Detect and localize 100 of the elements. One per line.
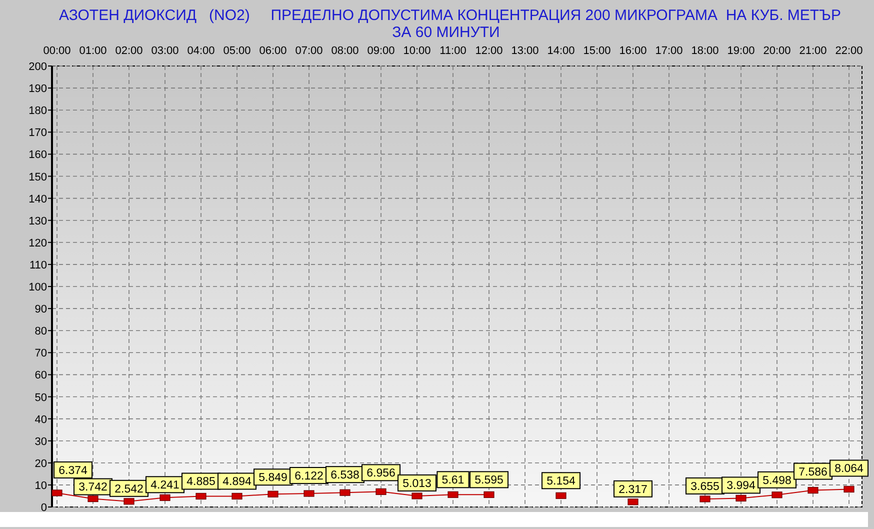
data-label: 7.586 <box>798 466 828 478</box>
y-tick-label: 180 <box>28 105 47 118</box>
data-label: 5.595 <box>470 471 508 488</box>
data-label: 6.122 <box>290 467 328 484</box>
x-tick-label: 11:00 <box>440 45 466 57</box>
data-point <box>448 491 458 498</box>
y-tick-label: 50 <box>34 392 47 404</box>
x-tick-label: 17:00 <box>655 45 683 57</box>
data-point <box>268 490 278 498</box>
data-point <box>304 490 314 497</box>
x-tick-label: 08:00 <box>331 45 359 57</box>
data-label: 6.538 <box>326 466 364 484</box>
data-point <box>52 490 62 496</box>
x-tick-label: 03:00 <box>151 45 179 57</box>
data-label: 5.61 <box>436 471 470 488</box>
x-tick-label: 07:00 <box>295 45 323 57</box>
y-tick-label: 100 <box>28 282 47 294</box>
y-tick-label: 140 <box>28 193 47 206</box>
y-tick-label: 120 <box>28 237 47 250</box>
x-tick-label: 14:00 <box>547 45 575 57</box>
data-label: 6.956 <box>362 464 400 482</box>
x-tick-label: 09:00 <box>367 45 395 57</box>
data-label: 4.885 <box>186 476 216 488</box>
y-tick-label: 90 <box>34 304 47 316</box>
y-tick-label: 160 <box>28 149 47 162</box>
data-label: 5.498 <box>758 471 796 488</box>
y-tick-label: 110 <box>29 259 47 272</box>
data-point <box>124 498 134 505</box>
y-tick-label: 40 <box>34 414 47 426</box>
x-tick-label: 18:00 <box>691 45 719 57</box>
data-label: 5.849 <box>258 472 288 484</box>
y-tick-label: 70 <box>34 348 47 360</box>
x-tick-label: 22:00 <box>835 45 863 57</box>
data-label: 3.994 <box>726 480 756 492</box>
data-point <box>556 492 566 499</box>
data-point <box>232 492 242 500</box>
y-tick-label: 170 <box>28 127 47 140</box>
y-tick-label: 80 <box>34 326 47 338</box>
data-label: 4.894 <box>222 476 252 488</box>
data-label: 2.317 <box>618 484 648 496</box>
data-point <box>160 494 170 501</box>
data-label: 8.064 <box>834 463 864 476</box>
chart-title: ЗА 60 МИНУТИ <box>392 24 500 41</box>
x-tick-label: 12:00 <box>475 45 503 57</box>
data-label: 3.994 <box>722 476 760 494</box>
x-tick-label: 16:00 <box>619 45 647 57</box>
x-tick-label: 02:00 <box>115 45 143 57</box>
data-label: 8.064 <box>830 460 868 477</box>
data-label: 3.655 <box>690 480 720 493</box>
data-label: 4.885 <box>182 472 220 490</box>
data-label: 5.154 <box>542 472 580 490</box>
data-label: 4.894 <box>218 472 256 490</box>
data-label: 4.241 <box>146 476 184 494</box>
data-point <box>88 495 98 502</box>
data-label: 6.374 <box>58 464 88 477</box>
x-tick-label: 15:00 <box>583 45 611 57</box>
x-tick-label: 00:00 <box>43 45 71 57</box>
x-tick-label: 05:00 <box>223 45 251 57</box>
data-label: 2.317 <box>614 480 652 498</box>
data-label: 2.542 <box>110 480 148 497</box>
y-tick-label: 30 <box>34 436 47 448</box>
data-label: 5.498 <box>762 474 792 487</box>
x-tick-label: 20:00 <box>763 45 791 57</box>
x-tick-label: 13:00 <box>511 45 539 57</box>
data-point <box>376 488 386 495</box>
data-label: 5.013 <box>398 474 436 492</box>
y-tick-label: 0 <box>40 502 47 514</box>
chart-title: АЗОТЕН ДИОКСИД (NO2) ПРЕДЕЛНО ДОПУСТИМА КОНЦЕНТРАЦИЯ 200 МИКРОГРАМА НА КУБ. МЕТЪР <box>59 7 841 24</box>
data-label: 5.154 <box>546 476 576 488</box>
y-tick-label: 150 <box>28 171 47 184</box>
data-label: 5.849 <box>254 468 292 486</box>
y-tick-label: 190 <box>28 83 47 96</box>
data-point <box>340 489 350 496</box>
data-label: 6.956 <box>366 468 396 480</box>
data-label: 6.538 <box>330 470 360 482</box>
x-tick-label: 19:00 <box>727 45 755 57</box>
data-label: 3.742 <box>74 478 112 496</box>
data-point <box>844 486 854 493</box>
data-label: 6.122 <box>294 470 324 482</box>
x-tick-label: 04:00 <box>187 45 215 57</box>
y-tick-label: 10 <box>34 480 47 492</box>
data-label: 5.013 <box>402 478 432 490</box>
data-point <box>628 498 638 506</box>
data-point <box>808 486 818 494</box>
x-tick-label: 01:00 <box>79 45 107 57</box>
data-label: 5.595 <box>474 474 504 487</box>
data-point <box>700 496 710 502</box>
x-tick-label: 10:00 <box>403 45 431 57</box>
data-point <box>484 491 494 498</box>
data-point <box>772 492 782 498</box>
data-label: 3.742 <box>78 482 108 494</box>
y-tick-label: 200 <box>28 61 47 73</box>
y-tick-label: 130 <box>28 215 47 228</box>
data-label: 2.542 <box>114 483 144 496</box>
data-label: 3.655 <box>686 477 724 494</box>
data-point <box>196 492 206 500</box>
x-tick-label: 21:00 <box>799 45 827 57</box>
data-point <box>736 494 746 502</box>
x-tick-label: 06:00 <box>259 45 287 57</box>
data-label: 4.241 <box>150 480 180 492</box>
